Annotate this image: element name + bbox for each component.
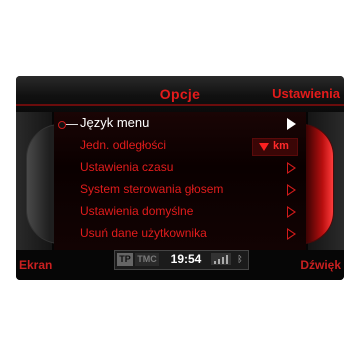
header-bar: Opcje Ustawienia <box>16 76 344 112</box>
menu-item-label: Usuń dane użytkownika <box>80 226 207 240</box>
clock: 19:54 <box>170 252 202 266</box>
triangle-down-icon <box>259 143 269 151</box>
menu-item-label: Jedn. odległości <box>80 138 167 152</box>
chevron-right-icon <box>287 206 296 218</box>
footer-bar: Ekran TP TMC 19:54 ᛒ Dźwięk <box>16 250 344 280</box>
chevron-right-icon <box>287 228 296 240</box>
sound-button[interactable]: Dźwięk <box>300 258 341 272</box>
header-divider <box>16 104 344 106</box>
distance-unit-selector[interactable]: km <box>252 138 298 156</box>
signal-bars-icon <box>211 253 231 265</box>
options-menu: Język menu Jedn. odległości km Ustawieni… <box>54 112 306 250</box>
menu-item-delete-user-data[interactable]: Usuń dane użytkownika <box>54 224 306 246</box>
chevron-right-icon <box>287 162 296 174</box>
menu-item-label: Ustawienia domyślne <box>80 204 194 218</box>
chevron-right-icon <box>287 118 296 130</box>
selection-line <box>66 124 78 125</box>
tp-indicator: TP <box>117 253 133 266</box>
menu-item-label: System sterowania głosem <box>80 182 224 196</box>
menu-item-label: Język menu <box>80 115 150 130</box>
menu-item-voice-control[interactable]: System sterowania głosem <box>54 180 306 202</box>
status-bar: TP TMC 19:54 ᛒ <box>114 250 249 270</box>
infotainment-screen: Opcje Ustawienia Język menu Jedn. odległ… <box>16 76 344 280</box>
settings-tab[interactable]: Ustawienia <box>272 86 340 101</box>
menu-item-language[interactable]: Język menu <box>54 114 306 136</box>
menu-item-time-settings[interactable]: Ustawienia czasu <box>54 158 306 180</box>
menu-item-label: Ustawienia czasu <box>80 160 174 174</box>
bluetooth-icon: ᛒ <box>237 254 243 264</box>
right-control-wheel[interactable] <box>302 124 334 244</box>
chevron-right-icon <box>287 184 296 196</box>
page-title: Opcje <box>159 86 201 102</box>
tmc-indicator: TMC <box>135 253 159 266</box>
selection-dot-icon <box>58 121 66 129</box>
distance-unit-value: km <box>273 140 289 152</box>
menu-item-default-settings[interactable]: Ustawienia domyślne <box>54 202 306 224</box>
menu-item-distance-unit[interactable]: Jedn. odległości km <box>54 136 306 158</box>
screen-button[interactable]: Ekran <box>19 258 52 272</box>
